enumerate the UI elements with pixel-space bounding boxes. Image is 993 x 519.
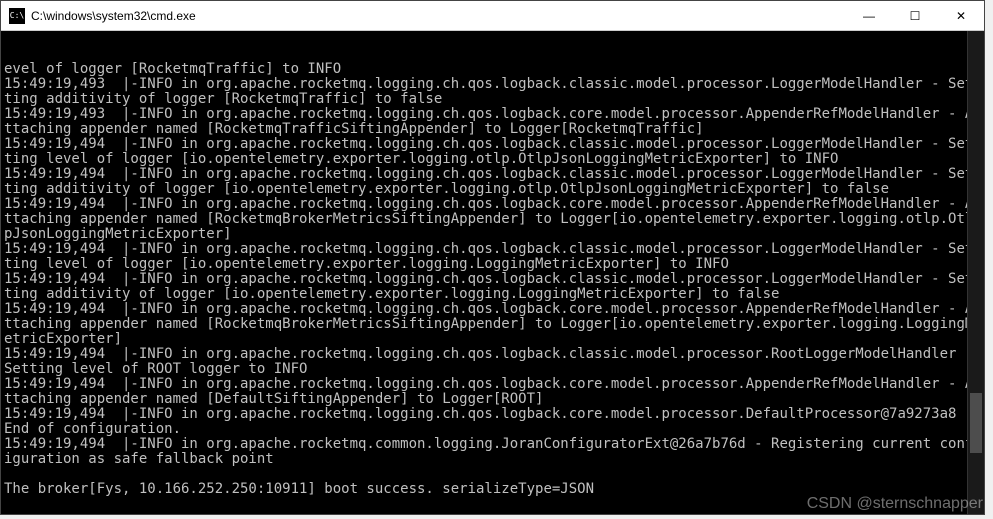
log-line: 15:49:19,494 |-INFO in org.apache.rocket… [4, 167, 981, 197]
window-controls: — ☐ ✕ [846, 1, 984, 30]
log-line: 15:49:19,494 |-INFO in org.apache.rocket… [4, 137, 981, 167]
cmd-icon: C:\ [9, 8, 25, 24]
maximize-button[interactable]: ☐ [892, 1, 938, 30]
log-line: evel of logger [RocketmqTraffic] to INFO [4, 62, 981, 77]
console-output[interactable]: evel of logger [RocketmqTraffic] to INFO… [1, 31, 984, 514]
minimize-button[interactable]: — [846, 1, 892, 30]
scrollbar-thumb[interactable] [970, 393, 982, 453]
vertical-scrollbar[interactable] [967, 31, 984, 514]
titlebar[interactable]: C:\ C:\windows\system32\cmd.exe — ☐ ✕ [1, 1, 984, 31]
log-line: 15:49:19,494 |-INFO in org.apache.rocket… [4, 437, 981, 467]
log-line [4, 467, 981, 482]
log-line: 15:49:19,494 |-INFO in org.apache.rocket… [4, 242, 981, 272]
log-line: 15:49:19,493 |-INFO in org.apache.rocket… [4, 107, 981, 137]
log-line: 15:49:19,494 |-INFO in org.apache.rocket… [4, 272, 981, 302]
log-line: 15:49:19,494 |-INFO in org.apache.rocket… [4, 302, 981, 347]
log-line: 15:49:19,494 |-INFO in org.apache.rocket… [4, 377, 981, 407]
log-line: 15:49:19,493 |-INFO in org.apache.rocket… [4, 77, 981, 107]
close-button[interactable]: ✕ [938, 1, 984, 30]
log-line: The broker[Fys, 10.166.252.250:10911] bo… [4, 482, 981, 497]
log-line: 15:49:19,494 |-INFO in org.apache.rocket… [4, 347, 981, 377]
window-title: C:\windows\system32\cmd.exe [31, 9, 846, 23]
log-line: 15:49:19,494 |-INFO in org.apache.rocket… [4, 407, 981, 437]
log-line: 15:49:19,494 |-INFO in org.apache.rocket… [4, 197, 981, 242]
cmd-window: C:\ C:\windows\system32\cmd.exe — ☐ ✕ ev… [0, 0, 985, 515]
log-text: evel of logger [RocketmqTraffic] to INFO… [4, 62, 981, 497]
